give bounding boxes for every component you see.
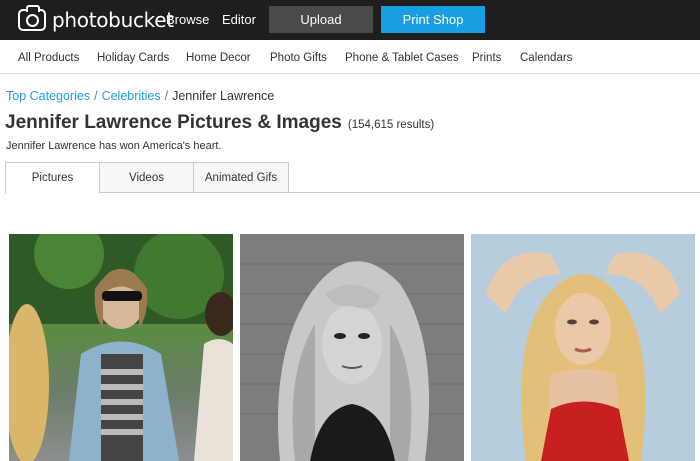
media-tabs: Pictures Videos Animated Gifs <box>5 162 700 194</box>
logo-text: photobucket <box>52 8 174 32</box>
top-bar: photobucket Browse Editor Upload Print S… <box>0 0 700 40</box>
tab-pictures[interactable]: Pictures <box>5 162 100 194</box>
photobucket-logo[interactable]: photobucket <box>18 5 174 32</box>
browse-link[interactable]: Browse <box>166 12 209 27</box>
breadcrumb: Top Categories / Celebrities / Jennifer Lawr… <box>6 89 274 103</box>
breadcrumb-current: Jennifer Lawrence <box>172 89 275 103</box>
category-home-decor[interactable]: Home Decor <box>186 52 251 64</box>
print-shop-button[interactable]: Print Shop <box>381 6 485 33</box>
category-photo-gifts[interactable]: Photo Gifts <box>270 52 327 64</box>
page-subtitle: Jennifer Lawrence has won America's hear… <box>6 140 222 152</box>
category-holiday-cards[interactable]: Holiday Cards <box>97 52 169 64</box>
camera-icon <box>18 5 46 31</box>
photo-thumbnail[interactable] <box>9 234 233 461</box>
page-title: Jennifer Lawrence Pictures & Images (154,… <box>5 112 434 134</box>
upload-button[interactable]: Upload <box>269 6 373 33</box>
tab-animated-gifs[interactable]: Animated Gifs <box>193 162 289 193</box>
photo-thumbnail[interactable] <box>240 234 464 461</box>
page-title-text: Jennifer Lawrence Pictures & Images <box>5 112 342 133</box>
result-count: (154,615 results) <box>347 119 435 131</box>
photo-image <box>9 234 233 461</box>
category-calendars[interactable]: Calendars <box>520 52 572 64</box>
breadcrumb-top-categories[interactable]: Top Categories <box>6 89 90 103</box>
category-phone-tablet-cases[interactable]: Phone & Tablet Cases <box>345 52 459 64</box>
category-prints[interactable]: Prints <box>472 52 501 64</box>
breadcrumb-separator: / <box>94 89 98 103</box>
tab-videos[interactable]: Videos <box>99 162 194 193</box>
editor-link[interactable]: Editor <box>222 12 256 27</box>
breadcrumb-celebrities[interactable]: Celebrities <box>102 89 161 103</box>
photo-image <box>240 234 464 461</box>
breadcrumb-separator: / <box>164 89 169 103</box>
category-nav: All Products Holiday Cards Home Decor Ph… <box>0 40 700 74</box>
photo-thumbnail[interactable] <box>471 234 695 461</box>
category-all-products[interactable]: All Products <box>18 52 79 64</box>
photo-image <box>471 234 695 461</box>
